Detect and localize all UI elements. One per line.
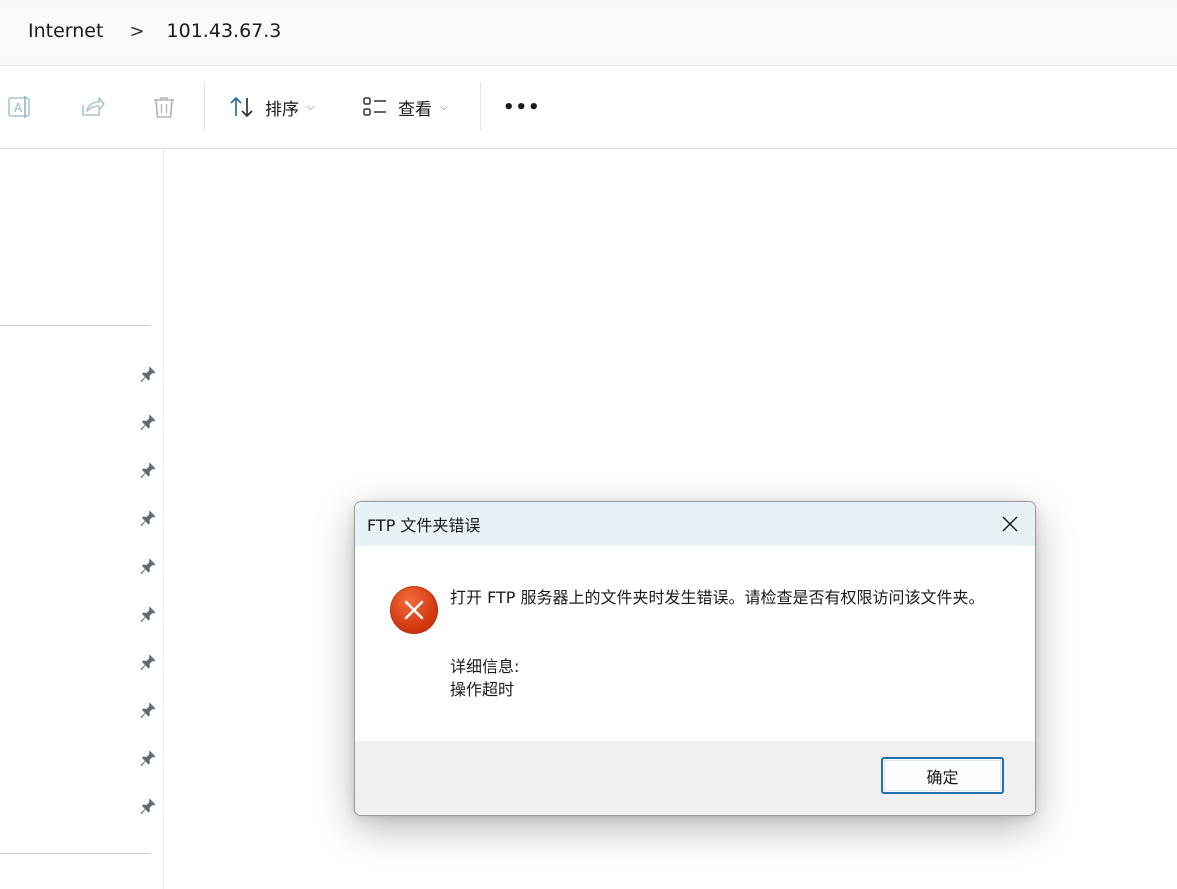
details-value: 操作超时 xyxy=(450,680,515,699)
view-icon xyxy=(363,97,386,116)
dialog-body: 打开 FTP 服务器上的文件夹时发生错误。请检查是否有权限访问该文件夹。 详细信… xyxy=(355,546,1035,742)
error-message: 打开 FTP 服务器上的文件夹时发生错误。请检查是否有权限访问该文件夹。 xyxy=(450,588,985,607)
sort-label: 排序 xyxy=(265,99,299,120)
chevron-right-icon[interactable]: > xyxy=(129,21,144,42)
close-button[interactable] xyxy=(999,513,1021,535)
dialog-footer: 确定 xyxy=(355,741,1035,815)
svg-text:A: A xyxy=(14,101,23,115)
chevron-down-icon: ⌵ xyxy=(307,101,315,113)
command-bar: A 排序 ⌵ 查看 ⌵ ••• xyxy=(0,66,1177,149)
dialog-title: FTP 文件夹错误 xyxy=(367,516,481,535)
share-button[interactable] xyxy=(78,90,106,124)
sort-button[interactable]: 排序 ⌵ xyxy=(228,90,315,124)
breadcrumb-item-host[interactable]: 101.43.67.3 xyxy=(167,20,282,42)
view-button[interactable]: 查看 ⌵ xyxy=(362,90,448,124)
delete-button[interactable] xyxy=(150,90,178,124)
pin-icon[interactable] xyxy=(139,605,157,623)
error-details: 详细信息: 操作超时 xyxy=(450,655,519,701)
nav-divider xyxy=(0,853,150,854)
view-label: 查看 xyxy=(398,99,432,120)
ftp-error-dialog: FTP 文件夹错误 打开 FTP 服务器上的文件夹时发生错误。请检查是否有权限访… xyxy=(354,501,1036,816)
details-label: 详细信息: xyxy=(450,657,520,676)
pin-icon[interactable] xyxy=(139,653,157,671)
breadcrumb-item-internet[interactable]: Internet xyxy=(0,20,103,42)
trash-icon xyxy=(154,97,174,118)
pin-icon[interactable] xyxy=(139,749,157,767)
toolbar-divider xyxy=(204,82,205,130)
navigation-pane xyxy=(0,149,164,889)
ok-button[interactable]: 确定 xyxy=(881,757,1004,794)
pin-icon[interactable] xyxy=(139,365,157,383)
pin-icon[interactable] xyxy=(139,797,157,815)
sort-icon xyxy=(230,97,253,117)
pin-icon[interactable] xyxy=(139,461,157,479)
error-icon xyxy=(390,586,438,634)
chevron-down-icon: ⌵ xyxy=(440,101,448,113)
more-options-button[interactable]: ••• xyxy=(503,90,541,124)
toolbar-divider xyxy=(480,82,481,130)
share-icon xyxy=(82,97,105,116)
nav-divider xyxy=(0,325,150,326)
address-bar: Internet > 101.43.67.3 xyxy=(0,0,1177,66)
pin-icon[interactable] xyxy=(139,509,157,527)
pin-icon[interactable] xyxy=(139,557,157,575)
pin-icon[interactable] xyxy=(139,701,157,719)
dialog-title-bar[interactable]: FTP 文件夹错误 xyxy=(355,502,1035,546)
rename-icon: A xyxy=(8,96,30,118)
breadcrumb: Internet > 101.43.67.3 xyxy=(0,8,1177,54)
close-icon xyxy=(1002,516,1018,532)
rename-button[interactable]: A xyxy=(6,90,34,124)
more-icon: ••• xyxy=(503,96,541,118)
pin-icon[interactable] xyxy=(139,413,157,431)
